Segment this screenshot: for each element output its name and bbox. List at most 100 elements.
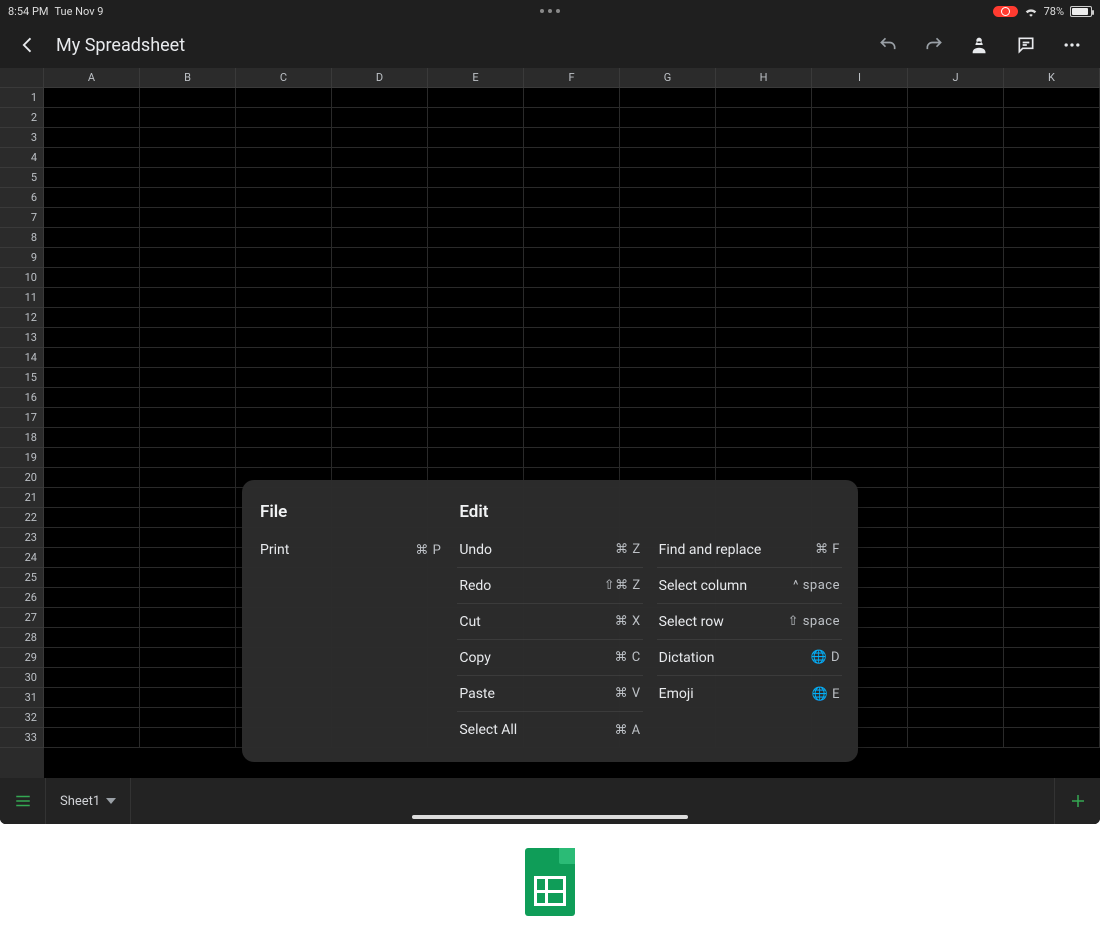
cell[interactable] [140,368,236,388]
cell[interactable] [332,148,428,168]
cell[interactable] [1004,308,1100,328]
cell[interactable] [908,228,1004,248]
cell[interactable] [236,168,332,188]
cell[interactable] [908,448,1004,468]
cell[interactable] [236,208,332,228]
shortcut-item[interactable]: Redo⇧⌘ Z [457,568,642,604]
row-header[interactable]: 16 [0,388,44,408]
cell[interactable] [524,128,620,148]
cell[interactable] [620,308,716,328]
cell[interactable] [428,108,524,128]
cell[interactable] [332,348,428,368]
cell[interactable] [716,308,812,328]
cell[interactable] [812,248,908,268]
cell[interactable] [524,108,620,128]
cell[interactable] [1004,668,1100,688]
column-header[interactable]: F [524,68,620,88]
cell[interactable] [1004,588,1100,608]
cell[interactable] [908,368,1004,388]
cell[interactable] [44,308,140,328]
cell[interactable] [428,288,524,308]
row-header[interactable]: 21 [0,488,44,508]
cell[interactable] [236,148,332,168]
cell[interactable] [236,88,332,108]
row-header[interactable]: 30 [0,668,44,688]
cell[interactable] [812,448,908,468]
cell[interactable] [908,608,1004,628]
cell[interactable] [716,148,812,168]
cell[interactable] [332,408,428,428]
cell[interactable] [716,368,812,388]
cell[interactable] [140,208,236,228]
cell[interactable] [1004,208,1100,228]
cell[interactable] [44,148,140,168]
redo-button[interactable] [916,27,952,63]
cell[interactable] [1004,708,1100,728]
cell[interactable] [1004,728,1100,748]
cell[interactable] [716,188,812,208]
cell[interactable] [620,268,716,288]
home-indicator[interactable] [412,815,688,819]
cell[interactable] [812,308,908,328]
cell[interactable] [1004,348,1100,368]
cell[interactable] [812,228,908,248]
cell[interactable] [908,128,1004,148]
cell[interactable] [812,148,908,168]
cell[interactable] [140,108,236,128]
cell[interactable] [236,328,332,348]
cell[interactable] [332,308,428,328]
cell[interactable] [44,468,140,488]
cell[interactable] [140,168,236,188]
more-button[interactable] [1054,27,1090,63]
row-header[interactable]: 23 [0,528,44,548]
cell[interactable] [332,168,428,188]
shortcut-item[interactable]: Print⌘ P [258,532,443,568]
cell[interactable] [524,348,620,368]
shortcut-item[interactable]: Emoji🌐 E [657,676,842,712]
cell[interactable] [524,228,620,248]
cell[interactable] [1004,468,1100,488]
cell[interactable] [908,268,1004,288]
cell[interactable] [140,228,236,248]
cell[interactable] [812,188,908,208]
cell[interactable] [236,128,332,148]
cell[interactable] [620,148,716,168]
cell[interactable] [620,328,716,348]
cell[interactable] [524,448,620,468]
cell[interactable] [332,248,428,268]
cell[interactable] [140,388,236,408]
cell[interactable] [812,288,908,308]
cell[interactable] [908,628,1004,648]
cell[interactable] [908,88,1004,108]
cell[interactable] [524,408,620,428]
cell[interactable] [524,188,620,208]
cell[interactable] [44,448,140,468]
row-header[interactable]: 11 [0,288,44,308]
cell[interactable] [428,88,524,108]
cell[interactable] [428,348,524,368]
cell[interactable] [236,368,332,388]
cell[interactable] [1004,688,1100,708]
cell[interactable] [332,228,428,248]
cell[interactable] [140,188,236,208]
row-header[interactable]: 10 [0,268,44,288]
row-header[interactable]: 22 [0,508,44,528]
cell[interactable] [812,408,908,428]
column-header[interactable]: A [44,68,140,88]
cell[interactable] [236,308,332,328]
shortcut-item[interactable]: Select column^ space [657,568,842,604]
cell[interactable] [44,588,140,608]
cell[interactable] [1004,568,1100,588]
row-header[interactable]: 32 [0,708,44,728]
shortcut-item[interactable]: Select row⇧ space [657,604,842,640]
cell[interactable] [44,88,140,108]
cell[interactable] [812,428,908,448]
cell[interactable] [620,168,716,188]
cell[interactable] [332,268,428,288]
cell[interactable] [140,548,236,568]
cell[interactable] [140,568,236,588]
cell[interactable] [908,328,1004,348]
cell[interactable] [812,348,908,368]
cell[interactable] [332,368,428,388]
cell[interactable] [428,268,524,288]
